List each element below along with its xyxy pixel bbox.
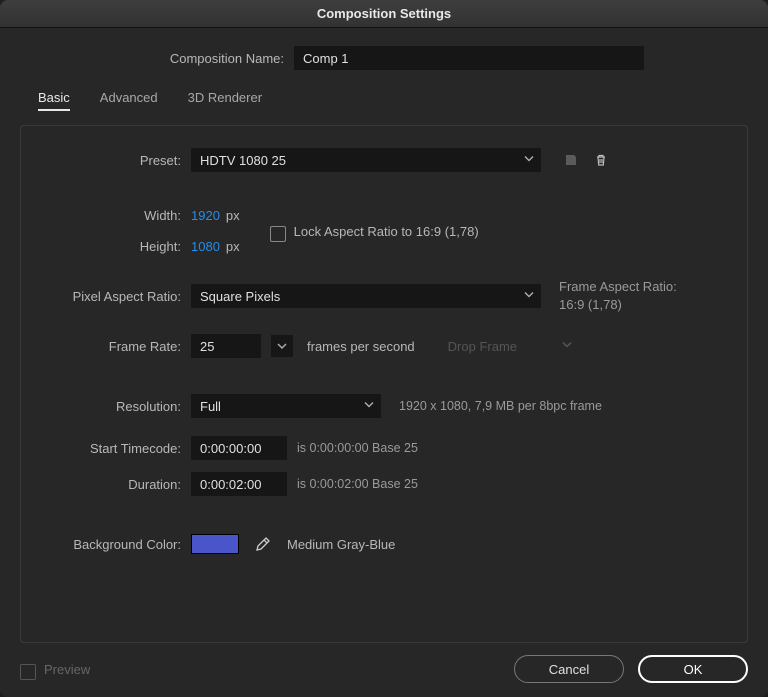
composition-settings-dialog: Composition Settings Composition Name: B… [0, 0, 768, 697]
tab-advanced[interactable]: Advanced [100, 90, 158, 111]
frame-aspect-value: 16:9 (1,78) [559, 296, 677, 314]
panel-basic: Preset: HDTV 1080 25 Wid [20, 125, 748, 643]
titlebar: Composition Settings [0, 0, 768, 28]
par-select[interactable]: Square Pixels [191, 284, 541, 308]
par-label: Pixel Aspect Ratio: [41, 289, 191, 304]
resolution-select[interactable]: Full [191, 394, 381, 418]
eyedropper-button[interactable] [251, 532, 275, 556]
lock-aspect-checkbox[interactable] [270, 226, 286, 242]
par-value: Square Pixels [200, 289, 280, 304]
chevron-down-icon [562, 340, 572, 353]
cancel-button[interactable]: Cancel [514, 655, 624, 683]
save-preset-button [559, 148, 583, 172]
tabs: Basic Advanced 3D Renderer [20, 86, 748, 121]
fps-label: Frame Rate: [41, 339, 191, 354]
duration-input[interactable] [191, 472, 287, 496]
footer: Preview Cancel OK [0, 643, 768, 697]
lock-aspect-label: Lock Aspect Ratio to 16:9 (1,78) [294, 224, 479, 239]
resolution-label: Resolution: [41, 399, 191, 414]
chevron-down-icon [524, 290, 534, 303]
bg-color-name: Medium Gray-Blue [287, 537, 395, 552]
preset-value: HDTV 1080 25 [200, 153, 286, 168]
preset-label: Preset: [41, 153, 191, 168]
width-unit: px [226, 208, 240, 223]
width-value[interactable]: 1920 [191, 208, 220, 223]
bg-color-label: Background Color: [41, 537, 191, 552]
start-tc-info: is 0:00:00:00 Base 25 [297, 441, 418, 455]
comp-name-label: Composition Name: [24, 51, 294, 66]
fps-menu-button[interactable] [271, 335, 293, 357]
preview-checkbox [20, 664, 36, 680]
ok-button[interactable]: OK [638, 655, 748, 683]
height-value[interactable]: 1080 [191, 239, 220, 254]
tab-3d-renderer[interactable]: 3D Renderer [188, 90, 262, 111]
resolution-info: 1920 x 1080, 7,9 MB per 8bpc frame [399, 399, 602, 413]
start-tc-input[interactable] [191, 436, 287, 460]
frame-aspect-label: Frame Aspect Ratio: [559, 278, 677, 296]
duration-label: Duration: [41, 477, 191, 492]
trash-icon [594, 153, 608, 167]
height-label: Height: [41, 239, 191, 254]
bg-color-swatch[interactable] [191, 534, 239, 554]
chevron-down-icon [277, 341, 287, 351]
fps-unit: frames per second [307, 339, 415, 354]
chevron-down-icon [524, 154, 534, 167]
drop-frame-select: Drop Frame [439, 334, 579, 358]
duration-info: is 0:00:02:00 Base 25 [297, 477, 418, 491]
delete-preset-button[interactable] [589, 148, 613, 172]
dialog-content: Composition Name: Basic Advanced 3D Rend… [0, 28, 768, 643]
fps-input[interactable] [191, 334, 261, 358]
start-tc-label: Start Timecode: [41, 441, 191, 456]
preview-label: Preview [44, 662, 90, 677]
height-unit: px [226, 239, 240, 254]
preset-select[interactable]: HDTV 1080 25 [191, 148, 541, 172]
chevron-down-icon [364, 400, 374, 413]
width-label: Width: [41, 208, 191, 223]
save-preset-icon [564, 153, 578, 167]
eyedropper-icon [255, 536, 271, 552]
tab-basic[interactable]: Basic [38, 90, 70, 111]
titlebar-title: Composition Settings [317, 6, 451, 21]
resolution-value: Full [200, 399, 221, 414]
comp-name-input[interactable] [294, 46, 644, 70]
drop-frame-value: Drop Frame [448, 339, 517, 354]
